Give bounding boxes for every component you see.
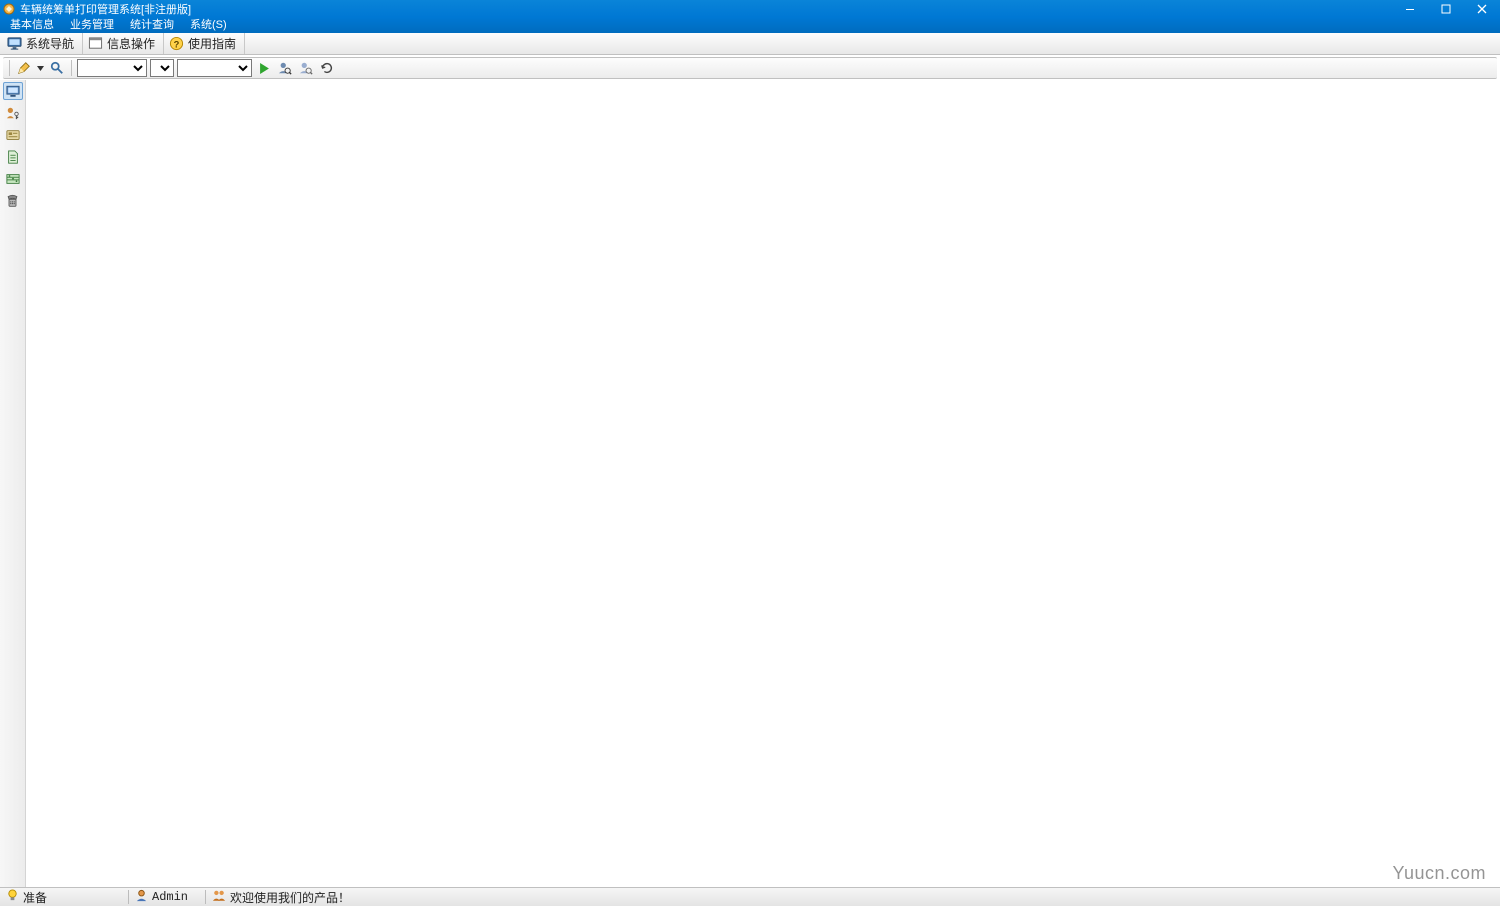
app-icon	[2, 2, 16, 16]
side-btn-card[interactable]	[3, 126, 23, 144]
main-toolbar: 系统导航 信息操作 ? 使用指南	[0, 33, 1500, 55]
maximize-icon	[1441, 4, 1451, 14]
status-welcome-label: 欢迎使用我们的产品！	[230, 889, 350, 906]
chevron-down-icon	[37, 66, 44, 71]
content-area	[0, 80, 1500, 887]
screen-icon	[6, 85, 20, 98]
refresh-button[interactable]	[318, 59, 336, 77]
side-btn-user-key[interactable]	[3, 104, 23, 122]
menu-system[interactable]: 系统(S)	[182, 17, 235, 33]
toolbar-info-operate[interactable]: 信息操作	[83, 33, 164, 54]
separator	[9, 60, 10, 76]
person-search-icon	[278, 61, 292, 75]
bulb-icon	[6, 889, 19, 905]
user-key-icon	[6, 106, 20, 120]
combo-field-1[interactable]	[77, 59, 147, 77]
watermark: Yuucn.com	[1392, 863, 1486, 884]
edit-dropdown[interactable]	[36, 59, 45, 77]
help-icon: ?	[168, 36, 184, 52]
user-zoom-button[interactable]	[297, 59, 315, 77]
run-button[interactable]	[255, 59, 273, 77]
magnifier-icon	[50, 61, 64, 75]
combo-field-3[interactable]	[177, 59, 252, 77]
side-btn-phone[interactable]	[3, 192, 23, 210]
app-title: 车辆统筹单打印管理系统[非注册版]	[20, 1, 191, 17]
play-icon	[259, 63, 270, 74]
main-canvas	[26, 80, 1500, 887]
side-toolbar	[0, 80, 26, 887]
toolbar-system-nav[interactable]: 系统导航	[2, 33, 83, 54]
menu-business-mgmt[interactable]: 业务管理	[62, 17, 122, 33]
title-bar: 车辆统筹单打印管理系统[非注册版]	[0, 0, 1500, 17]
toolbar-label: 信息操作	[107, 35, 155, 52]
abacus-icon	[6, 173, 20, 185]
users-icon	[212, 889, 226, 905]
document-icon	[7, 150, 19, 164]
svg-text:?: ?	[173, 39, 179, 49]
status-bar: 准备 Admin 欢迎使用我们的产品！	[0, 887, 1500, 906]
minimize-icon	[1405, 4, 1415, 14]
window-icon	[87, 36, 103, 52]
search-button[interactable]	[48, 59, 66, 77]
side-btn-abacus[interactable]	[3, 170, 23, 188]
monitor-icon	[6, 36, 22, 52]
maximize-button[interactable]	[1428, 0, 1464, 17]
user-search-button[interactable]	[276, 59, 294, 77]
menu-stats-query[interactable]: 统计查询	[122, 17, 182, 33]
edit-button[interactable]	[15, 59, 33, 77]
status-ready-label: 准备	[23, 889, 47, 906]
refresh-icon	[320, 61, 334, 75]
menu-bar: 基本信息 业务管理 统计查询 系统(S)	[0, 17, 1500, 33]
toolbar-usage-guide[interactable]: ? 使用指南	[164, 33, 245, 54]
status-user-label: Admin	[152, 890, 188, 904]
menu-basic-info[interactable]: 基本信息	[2, 17, 62, 33]
status-ready: 准备	[0, 888, 128, 906]
toolbar-label: 系统导航	[26, 35, 74, 52]
close-button[interactable]	[1464, 0, 1500, 17]
close-icon	[1477, 4, 1487, 14]
pencil-icon	[17, 61, 31, 75]
combo-field-2[interactable]	[150, 59, 174, 77]
sub-toolbar	[3, 57, 1497, 79]
status-welcome: 欢迎使用我们的产品！	[206, 888, 356, 906]
person-zoom-icon	[299, 61, 313, 75]
toolbar-label: 使用指南	[188, 35, 236, 52]
user-icon	[135, 889, 148, 906]
side-btn-document[interactable]	[3, 148, 23, 166]
status-user: Admin	[129, 888, 205, 906]
card-icon	[6, 129, 20, 141]
phone-icon	[6, 194, 19, 208]
separator	[71, 60, 72, 76]
minimize-button[interactable]	[1392, 0, 1428, 17]
side-btn-screen[interactable]	[3, 82, 23, 100]
